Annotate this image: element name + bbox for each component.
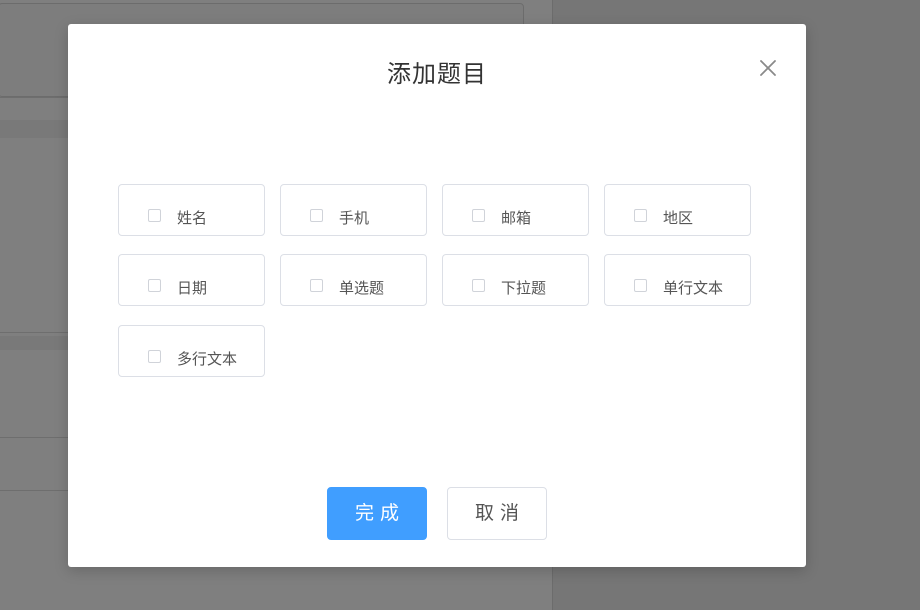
option-label: 日期 bbox=[177, 279, 208, 297]
option-name[interactable]: 姓名 bbox=[118, 184, 265, 236]
option-email[interactable]: 邮箱 bbox=[442, 184, 589, 236]
checkbox[interactable] bbox=[148, 279, 161, 292]
option-dropdown[interactable]: 下拉题 bbox=[442, 254, 589, 306]
option-label: 单行文本 bbox=[663, 279, 724, 297]
checkbox[interactable] bbox=[310, 279, 323, 292]
option-single-line-text[interactable]: 单行文本 bbox=[604, 254, 751, 306]
checkbox[interactable] bbox=[310, 209, 323, 222]
close-button[interactable] bbox=[756, 56, 780, 80]
option-label: 单选题 bbox=[339, 279, 385, 297]
option-label: 姓名 bbox=[177, 209, 208, 227]
option-single-choice[interactable]: 单选题 bbox=[280, 254, 427, 306]
confirm-button[interactable]: 完成 bbox=[327, 487, 427, 540]
checkbox[interactable] bbox=[472, 279, 485, 292]
checkbox[interactable] bbox=[148, 350, 161, 363]
cancel-button[interactable]: 取消 bbox=[447, 487, 547, 540]
option-label: 地区 bbox=[663, 209, 694, 227]
option-label: 邮箱 bbox=[501, 209, 532, 227]
option-label: 多行文本 bbox=[177, 350, 238, 368]
option-label: 下拉题 bbox=[501, 279, 547, 297]
option-phone[interactable]: 手机 bbox=[280, 184, 427, 236]
option-region[interactable]: 地区 bbox=[604, 184, 751, 236]
checkbox[interactable] bbox=[148, 209, 161, 222]
option-multi-line-text[interactable]: 多行文本 bbox=[118, 325, 265, 377]
add-question-dialog: 添加题目 姓名 手机 邮箱 地区 日期 单选题 下拉题 单行文本 多行文本 完成… bbox=[68, 24, 806, 567]
close-icon bbox=[760, 60, 776, 76]
option-label: 手机 bbox=[339, 209, 370, 227]
checkbox[interactable] bbox=[634, 279, 647, 292]
checkbox[interactable] bbox=[472, 209, 485, 222]
dialog-title: 添加题目 bbox=[387, 60, 487, 88]
checkbox[interactable] bbox=[634, 209, 647, 222]
option-date[interactable]: 日期 bbox=[118, 254, 265, 306]
